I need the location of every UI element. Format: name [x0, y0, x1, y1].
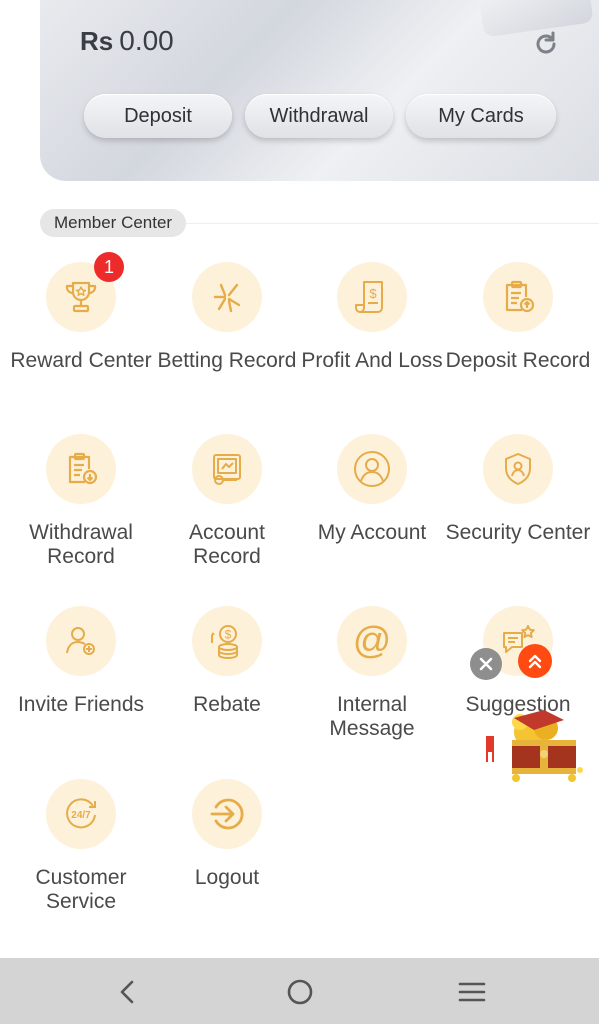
menu-item-label: Customer Service	[35, 866, 127, 913]
menu-item-rebate[interactable]: $ Rebate	[154, 606, 300, 717]
menu-item-betting-record[interactable]: Betting Record	[154, 262, 300, 373]
notification-badge: 1	[94, 252, 124, 282]
double-chevron-up-icon	[528, 654, 542, 669]
menu-item-customer-service[interactable]: 24/7 Customer Service	[8, 779, 154, 914]
clipboard-upload-icon	[483, 262, 553, 332]
trophy-icon: 1	[46, 252, 124, 332]
balance-amount: 0.00	[119, 25, 174, 56]
menu-item-label: Account Record	[189, 521, 265, 568]
menu-item-label: Betting Record	[157, 349, 297, 372]
menu-item-label: Internal Message	[329, 693, 415, 740]
menu-item-label: Rebate	[193, 693, 261, 716]
coin-stack-icon: $	[192, 606, 262, 676]
user-add-icon	[46, 606, 116, 676]
deposit-button[interactable]: Deposit	[84, 94, 232, 138]
home-icon[interactable]	[284, 976, 316, 1008]
close-float-button[interactable]	[470, 648, 502, 680]
support-24-7-icon: 24/7	[46, 779, 116, 849]
menu-item-withdrawal-record[interactable]: Withdrawal Record	[8, 434, 154, 569]
menu-item-profit-and-loss[interactable]: $ Profit And Loss	[299, 262, 445, 373]
menu-item-invite-friends[interactable]: Invite Friends	[8, 606, 154, 717]
menu-icon[interactable]	[456, 976, 488, 1008]
star-burst-icon	[192, 262, 262, 332]
scroll-top-button[interactable]	[518, 644, 552, 678]
menu-item-logout[interactable]: Logout	[154, 779, 300, 890]
menu-item-label: Withdrawal Record	[29, 521, 133, 568]
close-icon	[479, 657, 493, 671]
dollar-receipt-icon: $	[337, 262, 407, 332]
section-divider	[186, 223, 599, 224]
menu-item-label: My Account	[317, 521, 427, 544]
menu-item-deposit-record[interactable]: Deposit Record	[445, 262, 591, 373]
shield-user-icon	[483, 434, 553, 504]
currency-label: Rs	[80, 26, 114, 56]
system-nav-bar	[0, 958, 599, 1024]
menu-item-account-record[interactable]: Account Record	[154, 434, 300, 569]
withdrawal-button[interactable]: Withdrawal	[245, 94, 393, 138]
my-cards-button[interactable]: My Cards	[406, 94, 556, 138]
treasure-chest-icon[interactable]	[486, 708, 586, 782]
refresh-icon[interactable]	[532, 30, 560, 58]
menu-item-reward-center[interactable]: 1 Reward Center	[8, 252, 154, 373]
menu-item-label: Profit And Loss	[301, 349, 443, 372]
svg-text:24/7: 24/7	[71, 810, 91, 821]
menu-item-my-account[interactable]: My Account	[299, 434, 445, 545]
svg-text:$: $	[369, 286, 377, 301]
at-sign-icon: @	[337, 606, 407, 676]
monitor-record-icon	[192, 434, 262, 504]
user-circle-icon	[337, 434, 407, 504]
logout-arrow-icon	[192, 779, 262, 849]
back-icon[interactable]	[112, 976, 144, 1008]
menu-item-label: Invite Friends	[17, 693, 145, 716]
menu-item-label: Logout	[194, 866, 260, 889]
balance-display: Rs 0.00	[80, 25, 174, 57]
menu-item-internal-message[interactable]: @ Internal Message	[299, 606, 445, 741]
menu-item-label: Security Center	[445, 521, 591, 544]
menu-item-security-center[interactable]: Security Center	[445, 434, 591, 545]
menu-item-label: Deposit Record	[445, 349, 591, 372]
section-title: Member Center	[40, 209, 187, 237]
svg-text:@: @	[353, 620, 392, 662]
clipboard-download-icon	[46, 434, 116, 504]
menu-item-label: Reward Center	[10, 349, 152, 372]
svg-text:$: $	[225, 628, 232, 642]
